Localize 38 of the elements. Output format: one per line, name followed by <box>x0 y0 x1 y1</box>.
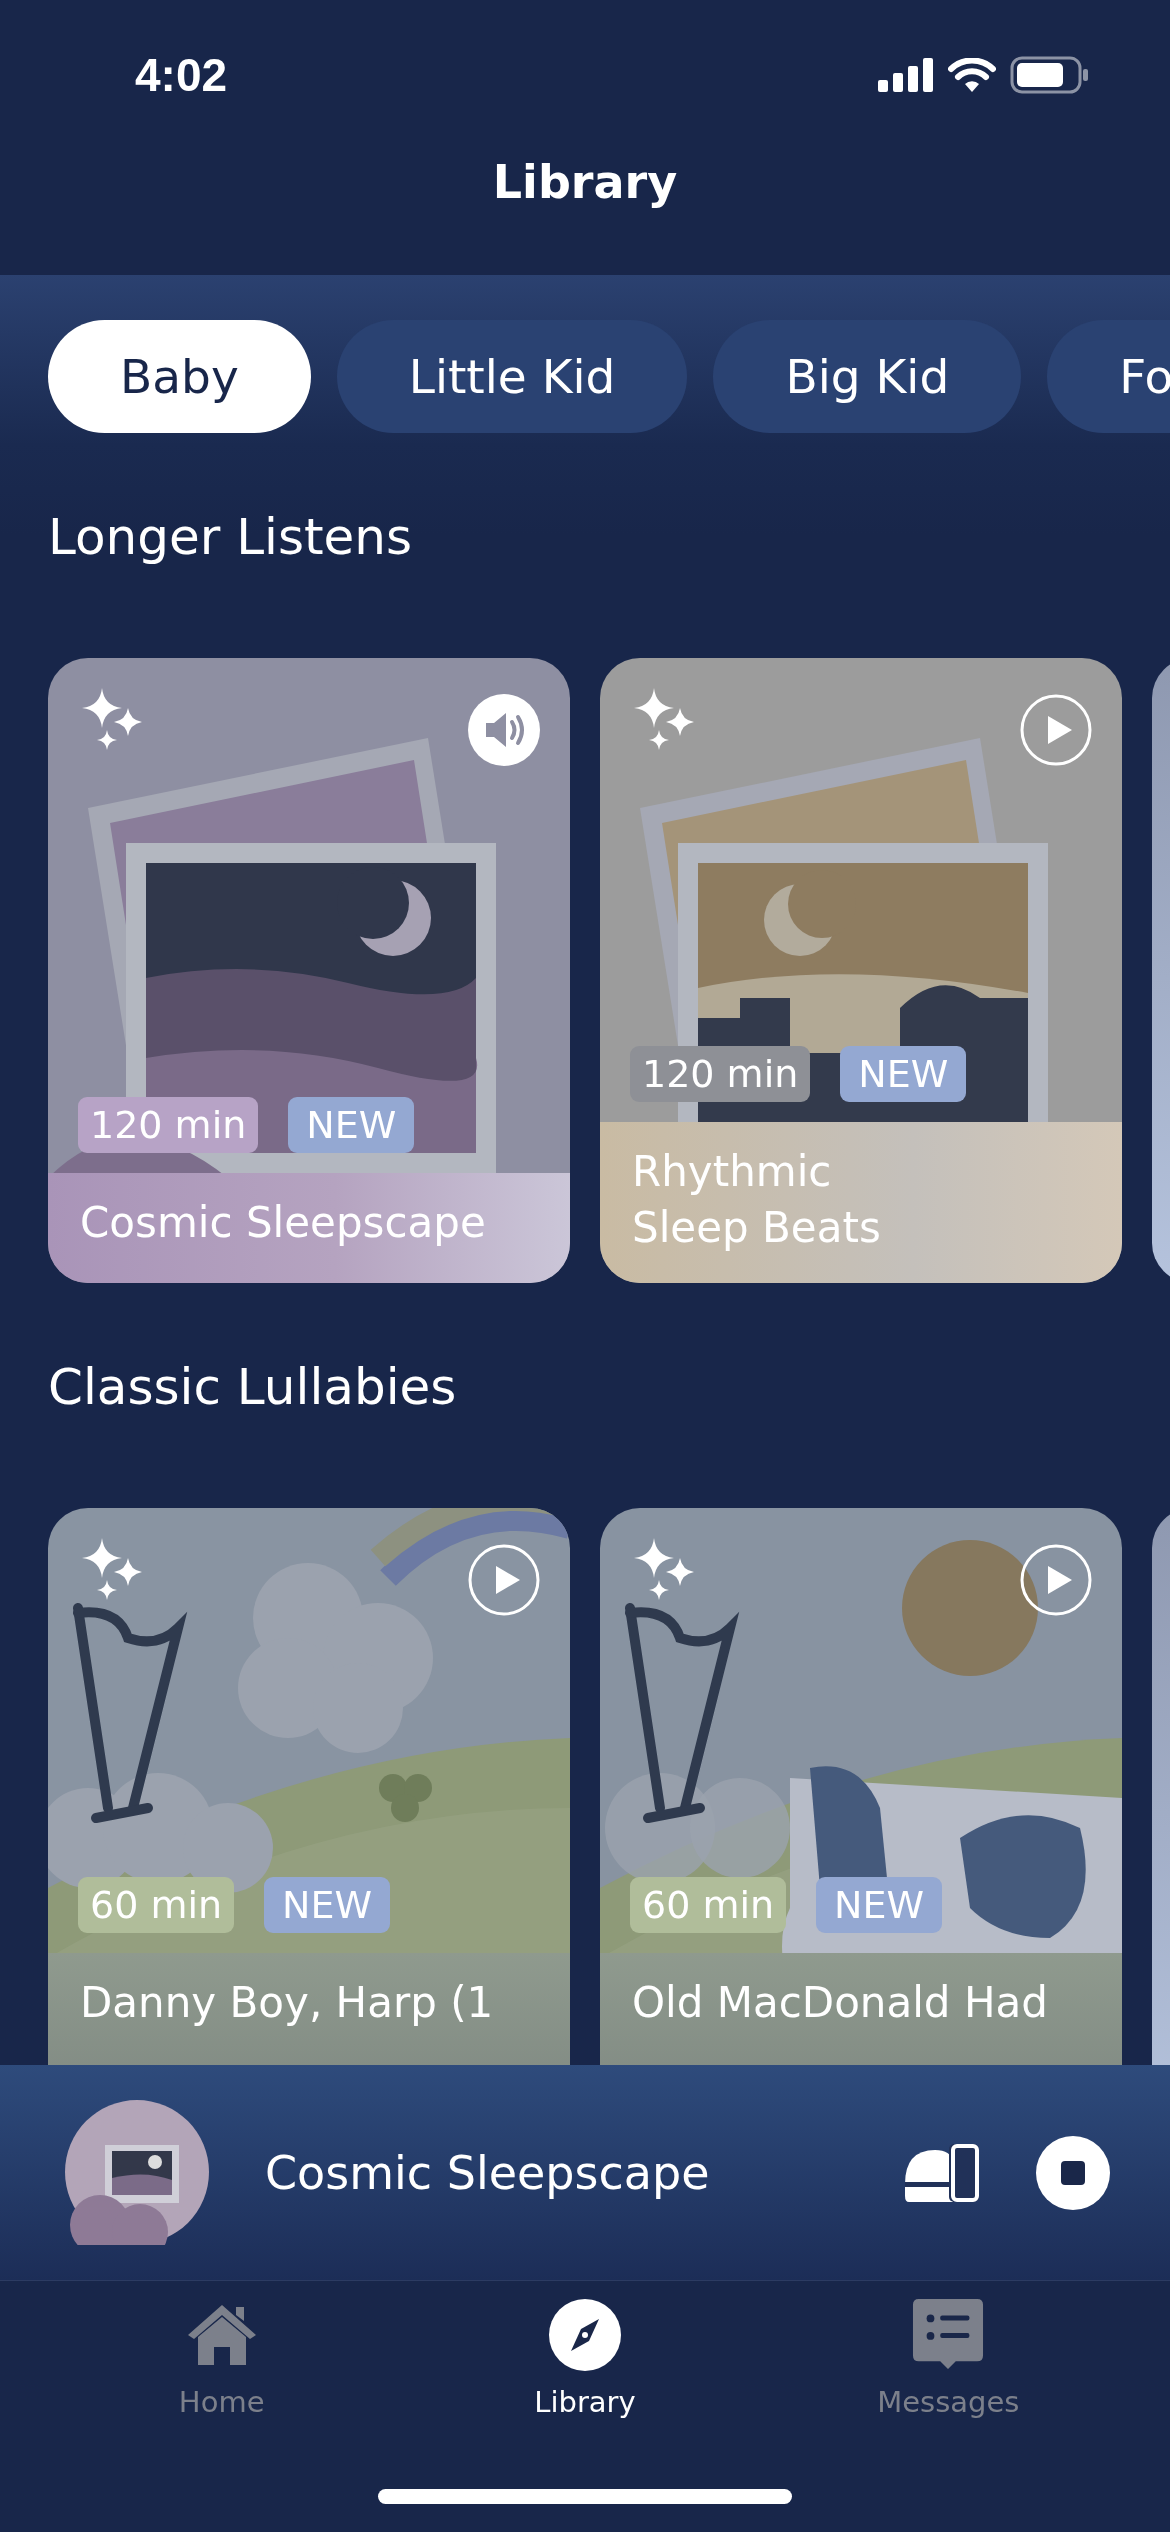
track-title: Danny Boy, Harp (1 <box>80 1977 495 2029</box>
new-label: NEW <box>264 1877 391 1933</box>
tab-label: Messages <box>877 2385 1020 2419</box>
section-title: Longer Listens <box>47 507 414 568</box>
signal-icon <box>878 58 934 92</box>
play-icon[interactable] <box>1020 694 1092 766</box>
category-tab[interactable]: Little Kid <box>336 320 688 433</box>
message-list-icon <box>912 2299 985 2371</box>
page-title: Library <box>491 155 679 209</box>
wifi-icon <box>948 58 996 92</box>
now-playing-title: Cosmic Sleepscape <box>265 2145 711 2200</box>
tab-label: Home <box>178 2385 265 2419</box>
speaker-and-phone-icon[interactable] <box>903 2141 981 2204</box>
duration-label: 120 min <box>630 1045 811 1102</box>
duration-label: 60 min <box>78 1877 235 1933</box>
new-label: NEW <box>288 1097 415 1153</box>
nav-tab[interactable]: Messages <box>818 2299 1079 2429</box>
play-icon[interactable] <box>1020 1544 1092 1616</box>
category-tab[interactable]: Big Kid <box>713 320 1022 433</box>
track-title: Rhythmic Sleep Beats <box>632 1145 882 1255</box>
new-label: NEW <box>816 1877 943 1933</box>
section-title: Classic Lullabies <box>47 1357 458 1418</box>
nav-tab[interactable]: Library <box>455 2299 715 2429</box>
compass-icon <box>549 2299 621 2371</box>
duration-label: 60 min <box>630 1877 787 1933</box>
status-time: 4:02 <box>135 48 228 102</box>
new-label: NEW <box>840 1045 967 1102</box>
track-title: Cosmic Sleepscape <box>80 1197 487 1249</box>
play-icon[interactable] <box>468 1544 540 1616</box>
duration-label: 120 min <box>78 1097 259 1153</box>
speaker-icon[interactable] <box>468 694 540 766</box>
stop-button[interactable] <box>1036 2135 1110 2210</box>
tab-label: Library <box>534 2385 636 2419</box>
nav-tab[interactable]: Home <box>91 2299 352 2429</box>
track-title: Old MacDonald Had <box>632 1977 1049 2029</box>
now-playing-bar[interactable]: Cosmic Sleepscape <box>0 2065 1170 2281</box>
category-tab[interactable]: Baby <box>48 320 311 433</box>
battery-icon <box>1010 56 1090 94</box>
